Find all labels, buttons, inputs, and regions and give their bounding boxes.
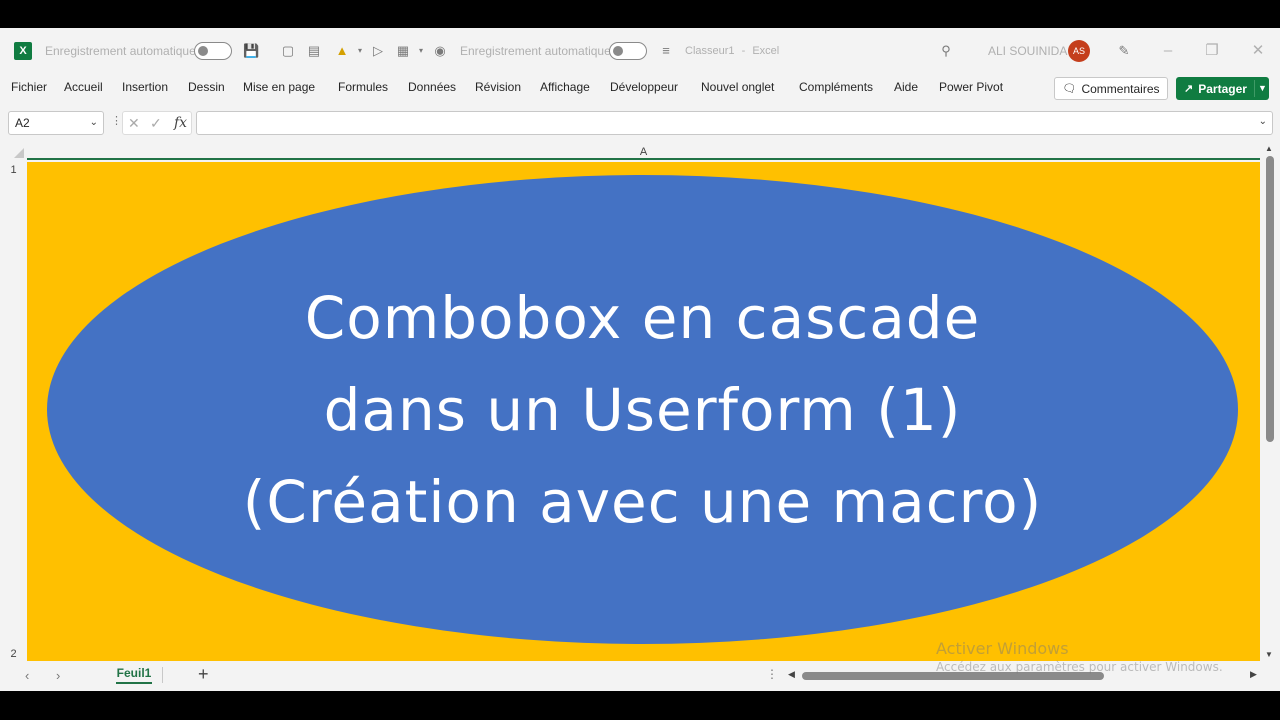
tab-complements[interactable]: Compléments bbox=[799, 80, 873, 94]
insert-function-icon[interactable]: fx bbox=[174, 115, 187, 131]
cancel-icon[interactable]: ✕ bbox=[128, 115, 140, 132]
name-box-dropdown-icon[interactable]: ⌄ bbox=[90, 112, 98, 134]
activate-windows-watermark: Activer Windows Accédez aux paramètres p… bbox=[936, 639, 1223, 674]
formula-input[interactable]: ⌄ bbox=[196, 111, 1273, 135]
pivot-dropdown-icon[interactable]: ▾ bbox=[413, 43, 429, 59]
add-sheet-button[interactable]: + bbox=[198, 664, 209, 685]
share-button[interactable]: ↗ Partager ▼ bbox=[1176, 77, 1269, 100]
enter-icon[interactable]: ✓ bbox=[150, 115, 162, 132]
tab-divider bbox=[162, 667, 163, 683]
tab-power-pivot[interactable]: Power Pivot bbox=[939, 80, 1003, 94]
row-header-1[interactable]: 1 bbox=[0, 164, 27, 176]
chevron-down-icon[interactable]: ▼ bbox=[1258, 77, 1267, 100]
scroll-down-icon[interactable]: ▼ bbox=[1265, 650, 1273, 659]
document-title: Classeur1 - Excel bbox=[685, 45, 779, 57]
column-header-a[interactable]: A bbox=[27, 144, 1260, 160]
shape-text-line-3: (Création avec une macro) bbox=[242, 467, 1043, 536]
customize-toolbar-icon[interactable]: ≡ bbox=[658, 43, 674, 59]
title-separator: - bbox=[741, 45, 746, 57]
watermark-title: Activer Windows bbox=[936, 639, 1069, 658]
fill-color-dropdown-icon[interactable]: ▾ bbox=[352, 43, 368, 59]
tab-dessin[interactable]: Dessin bbox=[188, 80, 225, 94]
title-bar: X Enregistrement automatique 💾 ▢ ▤ ▲ ▾ ▷… bbox=[0, 28, 1280, 74]
app-name: Excel bbox=[752, 45, 780, 57]
formula-bar-grip-icon[interactable]: ⋮ bbox=[111, 114, 122, 127]
scroll-left-icon[interactable]: ◀ bbox=[788, 669, 795, 680]
tab-nouvel-onglet[interactable]: Nouvel onglet bbox=[701, 80, 774, 94]
share-label: Partager bbox=[1198, 81, 1247, 96]
new-file-icon[interactable]: ▢ bbox=[280, 43, 296, 59]
save-icon[interactable]: 💾 bbox=[243, 43, 259, 59]
minimize-icon[interactable]: – bbox=[1158, 41, 1178, 61]
fill-color-icon[interactable]: ▲ bbox=[334, 43, 350, 59]
autosave-toggle[interactable] bbox=[194, 42, 232, 60]
cell-a1[interactable]: Combobox en cascade dans un Userform (1)… bbox=[27, 162, 1260, 661]
row-header-2[interactable]: 2 bbox=[0, 648, 27, 660]
title-shape[interactable]: Combobox en cascade dans un Userform (1)… bbox=[47, 175, 1238, 644]
excel-window: X Enregistrement automatique 💾 ▢ ▤ ▲ ▾ ▷… bbox=[0, 28, 1280, 691]
macro-icon[interactable]: ▷ bbox=[370, 43, 386, 59]
prev-sheet-icon[interactable]: ‹ bbox=[25, 668, 29, 683]
close-icon[interactable]: ✕ bbox=[1248, 41, 1268, 61]
tab-revision[interactable]: Révision bbox=[475, 80, 521, 94]
tab-aide[interactable]: Aide bbox=[894, 80, 918, 94]
tab-insertion[interactable]: Insertion bbox=[122, 80, 168, 94]
user-name: ALI SOUINIDA bbox=[988, 44, 1068, 58]
tab-donnees[interactable]: Données bbox=[408, 80, 456, 94]
sheet-tab-feuil1[interactable]: Feuil1 bbox=[110, 661, 158, 689]
hscroll-grip-icon[interactable]: ⋮ bbox=[766, 667, 778, 681]
tab-fichier[interactable]: Fichier bbox=[11, 80, 47, 94]
name-box[interactable]: A2 ⌄ bbox=[8, 111, 104, 135]
tab-affichage[interactable]: Affichage bbox=[540, 80, 590, 94]
shape-text-line-2: dans un Userform (1) bbox=[323, 375, 962, 444]
scroll-up-icon[interactable]: ▲ bbox=[1265, 144, 1273, 153]
autosave-label-2: Enregistrement automatique bbox=[460, 44, 611, 58]
share-icon: ↗ bbox=[1184, 83, 1194, 95]
autosave-toggle-2[interactable] bbox=[609, 42, 647, 60]
restore-icon[interactable]: ❐ bbox=[1202, 41, 1222, 61]
pivot-icon[interactable]: ▦ bbox=[395, 43, 411, 59]
autosave-label: Enregistrement automatique bbox=[45, 44, 196, 58]
vertical-scrollbar[interactable]: ▲ ▼ bbox=[1260, 144, 1280, 660]
search-icon[interactable]: ⚲ bbox=[938, 43, 954, 59]
share-divider bbox=[1254, 80, 1255, 97]
pen-icon[interactable]: ✎ bbox=[1116, 43, 1132, 59]
select-all-corner[interactable] bbox=[0, 144, 27, 160]
camera-icon[interactable]: ◉ bbox=[432, 43, 448, 59]
comments-label: Commentaires bbox=[1081, 81, 1160, 96]
vertical-scroll-thumb[interactable] bbox=[1266, 156, 1274, 442]
tab-mise-en-page[interactable]: Mise en page bbox=[243, 80, 315, 94]
avatar[interactable]: AS bbox=[1068, 40, 1090, 62]
comments-button[interactable]: 🗨 Commentaires bbox=[1054, 77, 1168, 100]
name-box-value: A2 bbox=[15, 116, 30, 130]
tab-formules[interactable]: Formules bbox=[338, 80, 388, 94]
excel-logo-icon: X bbox=[14, 42, 32, 60]
formula-buttons: ✕ ✓ fx bbox=[122, 111, 192, 135]
comment-icon: 🗨 bbox=[1062, 83, 1077, 95]
form-icon[interactable]: ▤ bbox=[306, 43, 322, 59]
next-sheet-icon[interactable]: › bbox=[56, 668, 60, 683]
watermark-subtitle: Accédez aux paramètres pour activer Wind… bbox=[936, 660, 1223, 674]
tab-developpeur[interactable]: Développeur bbox=[610, 80, 678, 94]
file-name: Classeur1 bbox=[685, 45, 735, 57]
shape-text-line-1: Combobox en cascade bbox=[304, 283, 981, 352]
scroll-right-icon[interactable]: ▶ bbox=[1250, 669, 1257, 680]
tab-accueil[interactable]: Accueil bbox=[64, 80, 103, 94]
expand-formula-icon[interactable]: ⌄ bbox=[1259, 116, 1267, 127]
